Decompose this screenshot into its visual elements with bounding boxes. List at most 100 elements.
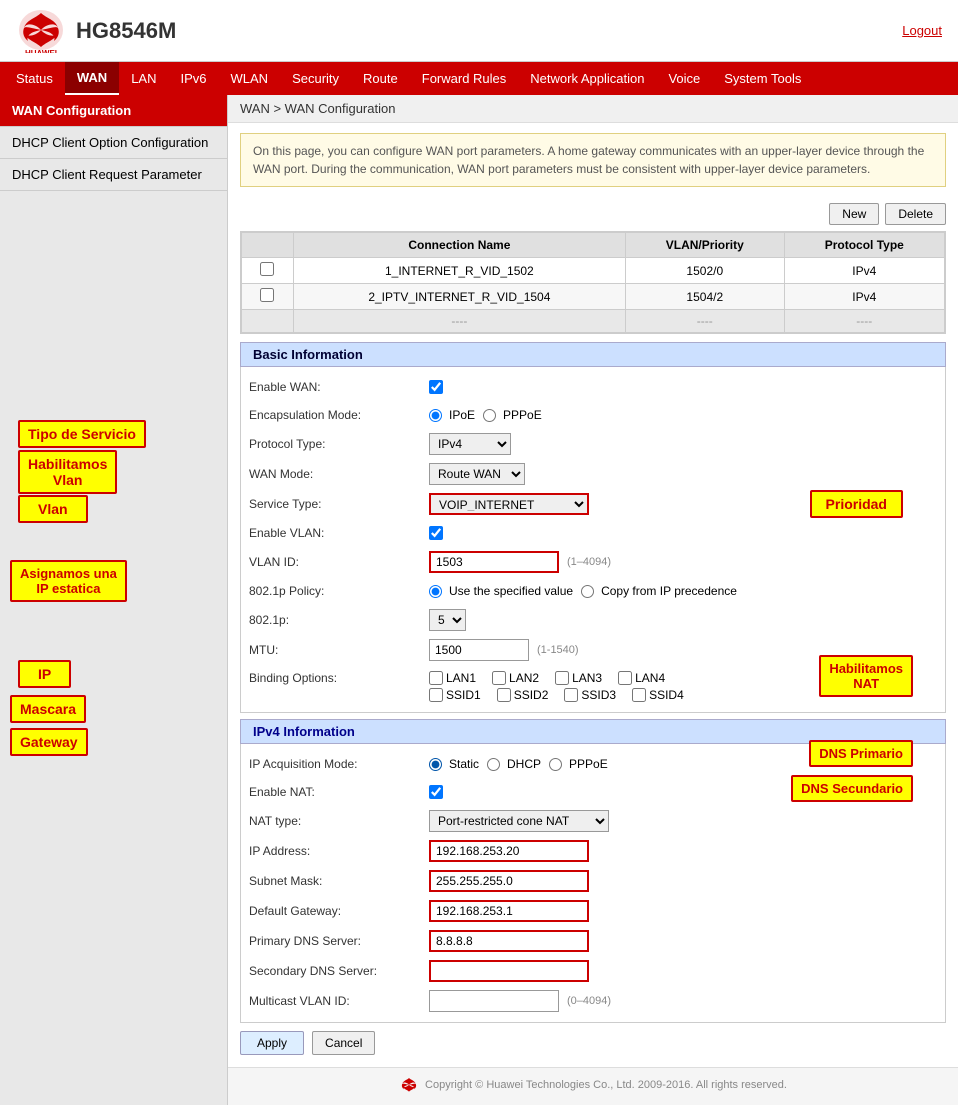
row2-vlan: 1504/2 xyxy=(626,284,785,310)
secondary-dns-label: Secondary DNS Server: xyxy=(249,964,429,978)
delete-button[interactable]: Delete xyxy=(885,203,946,225)
acq-dhcp-radio[interactable] xyxy=(487,758,500,771)
wan-mode-select[interactable]: Route WANBridge WAN xyxy=(429,463,525,485)
protocol-type-row: Protocol Type: IPv4IPv6IPv4/IPv6 xyxy=(241,429,945,459)
nav-status[interactable]: Status xyxy=(4,63,65,94)
ipv4-info-title: IPv4 Information xyxy=(240,719,946,744)
table-row-dash: ---- ---- ---- xyxy=(242,310,945,333)
nav-security[interactable]: Security xyxy=(280,63,351,94)
mtu-input[interactable] xyxy=(429,639,529,661)
nav-network-application[interactable]: Network Application xyxy=(518,63,656,94)
footer-logo-icon xyxy=(399,1076,419,1094)
ip-acq-row: IP Acquisition Mode: Static DHCP PPPoE xyxy=(241,750,945,778)
cancel-button[interactable]: Cancel xyxy=(312,1031,375,1055)
table-row: 1_INTERNET_R_VID_1502 1502/0 IPv4 xyxy=(242,258,945,284)
nat-type-row: NAT type: Port-restricted cone NAT Full … xyxy=(241,806,945,836)
encap-mode-row: Encapsulation Mode: IPoE PPPoE xyxy=(241,401,945,429)
primary-dns-input[interactable] xyxy=(429,930,589,952)
service-type-label: Service Type: xyxy=(249,497,429,511)
sidebar: WAN Configuration DHCP Client Option Con… xyxy=(0,95,228,1105)
secondary-dns-row: Secondary DNS Server: xyxy=(241,956,945,986)
nat-type-select[interactable]: Port-restricted cone NAT Full cone NAT R… xyxy=(429,810,609,832)
enable-wan-checkbox[interactable] xyxy=(429,380,443,394)
new-button[interactable]: New xyxy=(829,203,879,225)
service-type-row: Service Type: VOIP_INTERNETINTERNETTR069… xyxy=(241,489,945,519)
protocol-label: Protocol Type: xyxy=(249,437,429,451)
enable-wan-row: Enable WAN: xyxy=(241,373,945,401)
table-row: 2_IPTV_INTERNET_R_VID_1504 1504/2 IPv4 xyxy=(242,284,945,310)
enable-vlan-checkbox[interactable] xyxy=(429,526,443,540)
col-checkbox xyxy=(242,233,294,258)
bind-lan4[interactable] xyxy=(618,671,632,685)
row1-checkbox[interactable] xyxy=(260,262,274,276)
nav-wlan[interactable]: WLAN xyxy=(219,63,281,94)
enable-nat-row: Enable NAT: xyxy=(241,778,945,806)
secondary-dns-input[interactable] xyxy=(429,960,589,982)
encap-label: Encapsulation Mode: xyxy=(249,408,429,422)
nav-wan[interactable]: WAN xyxy=(65,62,119,95)
mtu-row: MTU: (1-1540) xyxy=(241,635,945,665)
bind-ssid4[interactable] xyxy=(632,688,646,702)
bind-lan3[interactable] xyxy=(555,671,569,685)
binding-label: Binding Options: xyxy=(249,671,429,685)
row2-name[interactable]: 2_IPTV_INTERNET_R_VID_1504 xyxy=(293,284,625,310)
nav-forward-rules[interactable]: Forward Rules xyxy=(410,63,519,94)
bind-ssid3[interactable] xyxy=(564,688,578,702)
protocol-select[interactable]: IPv4IPv6IPv4/IPv6 xyxy=(429,433,511,455)
toolbar: New Delete xyxy=(228,197,958,231)
row1-name[interactable]: 1_INTERNET_R_VID_1502 xyxy=(293,258,625,284)
logout-button[interactable]: Logout xyxy=(902,23,942,38)
row2-protocol: IPv4 xyxy=(784,284,944,310)
nav-route[interactable]: Route xyxy=(351,63,410,94)
breadcrumb: WAN > WAN Configuration xyxy=(228,95,958,123)
nav-lan[interactable]: LAN xyxy=(119,63,168,94)
svg-text:HUAWEI: HUAWEI xyxy=(25,49,57,53)
nat-type-label: NAT type: xyxy=(249,814,429,828)
primary-dns-row: Primary DNS Server: xyxy=(241,926,945,956)
bind-ssid2[interactable] xyxy=(497,688,511,702)
nav-voice[interactable]: Voice xyxy=(656,63,712,94)
enable-nat-checkbox[interactable] xyxy=(429,785,443,799)
policy-ip-radio[interactable] xyxy=(581,585,594,598)
row2-checkbox[interactable] xyxy=(260,288,274,302)
encap-ipoe-radio[interactable] xyxy=(429,409,442,422)
acq-pppoe-radio[interactable] xyxy=(549,758,562,771)
policy-specified-radio[interactable] xyxy=(429,585,442,598)
col-protocol-type: Protocol Type xyxy=(784,233,944,258)
encap-pppoe-radio[interactable] xyxy=(483,409,496,422)
p802-select[interactable]: 50123467 xyxy=(429,609,466,631)
sidebar-item-dhcp-option[interactable]: DHCP Client Option Configuration xyxy=(0,127,227,159)
mtu-label: MTU: xyxy=(249,643,429,657)
multicast-vlan-hint: (0–4094) xyxy=(567,995,611,1007)
col-connection-name: Connection Name xyxy=(293,233,625,258)
ip-address-input[interactable] xyxy=(429,840,589,862)
multicast-vlan-input[interactable] xyxy=(429,990,559,1012)
footer: Copyright © Huawei Technologies Co., Ltd… xyxy=(228,1067,958,1105)
default-gateway-input[interactable] xyxy=(429,900,589,922)
subnet-mask-input[interactable] xyxy=(429,870,589,892)
nav-ipv6[interactable]: IPv6 xyxy=(169,63,219,94)
enable-vlan-label: Enable VLAN: xyxy=(249,526,429,540)
service-type-select[interactable]: VOIP_INTERNETINTERNETTR069VOIP xyxy=(429,493,589,515)
bind-lan2[interactable] xyxy=(492,671,506,685)
footer-text: Copyright © Huawei Technologies Co., Ltd… xyxy=(425,1079,787,1091)
enable-vlan-row: Enable VLAN: xyxy=(241,519,945,547)
ip-address-label: IP Address: xyxy=(249,844,429,858)
multicast-vlan-row: Multicast VLAN ID: (0–4094) xyxy=(241,986,945,1016)
apply-button[interactable]: Apply xyxy=(240,1031,304,1055)
ip-acq-label: IP Acquisition Mode: xyxy=(249,757,429,771)
subnet-mask-label: Subnet Mask: xyxy=(249,874,429,888)
vlan-id-input[interactable] xyxy=(429,551,559,573)
bind-ssid1[interactable] xyxy=(429,688,443,702)
model-name: HG8546M xyxy=(76,18,176,44)
sidebar-item-wan-config[interactable]: WAN Configuration xyxy=(0,95,227,127)
bind-lan1[interactable] xyxy=(429,671,443,685)
row1-protocol: IPv4 xyxy=(784,258,944,284)
acq-static-radio[interactable] xyxy=(429,758,442,771)
connection-table: Connection Name VLAN/Priority Protocol T… xyxy=(240,231,946,334)
nav-system-tools[interactable]: System Tools xyxy=(712,63,813,94)
basic-info-title: Basic Information xyxy=(240,342,946,367)
huawei-logo: HUAWEI xyxy=(16,8,66,53)
sidebar-item-dhcp-request[interactable]: DHCP Client Request Parameter xyxy=(0,159,227,191)
mtu-hint: (1-1540) xyxy=(537,644,579,656)
